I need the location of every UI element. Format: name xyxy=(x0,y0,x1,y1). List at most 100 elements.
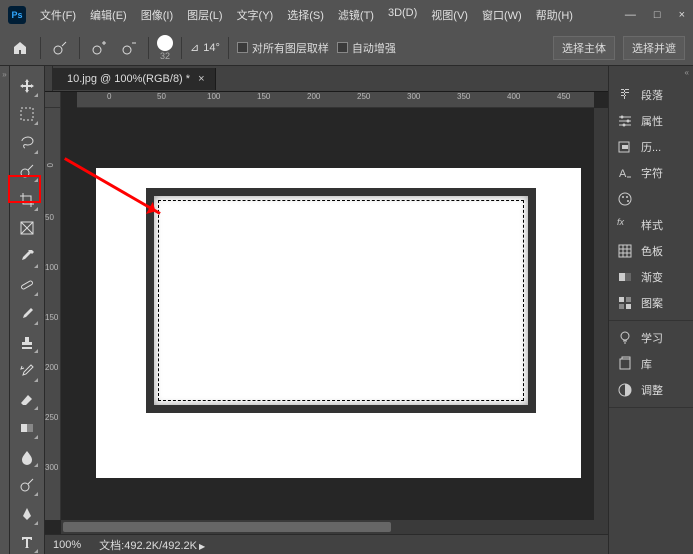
tool-dodge[interactable] xyxy=(15,473,39,497)
menu-filter[interactable]: 滤镜(T) xyxy=(332,3,380,27)
move-icon xyxy=(19,78,35,94)
eraser-icon xyxy=(19,392,35,408)
document-tab[interactable]: 10.jpg @ 100%(RGB/8) * × xyxy=(53,68,216,90)
canvas[interactable] xyxy=(61,108,608,534)
subtract-selection-button[interactable] xyxy=(118,37,140,59)
ruler-tick: 200 xyxy=(307,92,320,101)
panel-color[interactable] xyxy=(609,186,693,212)
separator xyxy=(228,37,229,59)
sliders-icon xyxy=(617,113,633,129)
pen-icon xyxy=(19,506,35,522)
ruler-origin[interactable] xyxy=(45,92,61,108)
panel-gradients[interactable]: 渐变 xyxy=(609,264,693,290)
doc-size[interactable]: 文档:492.2K/492.2K▶ xyxy=(99,537,205,553)
tool-clone-stamp[interactable] xyxy=(15,331,39,355)
marquee-icon xyxy=(19,106,35,122)
ruler-tick: 50 xyxy=(157,92,166,101)
menu-view[interactable]: 视图(V) xyxy=(425,3,474,27)
panel-character[interactable]: A字符 xyxy=(609,160,693,186)
document-tabs: 10.jpg @ 100%(RGB/8) * × xyxy=(45,66,608,92)
document-area: 10.jpg @ 100%(RGB/8) * × 0 50 100 150 20… xyxy=(45,66,608,554)
library-icon xyxy=(617,356,633,372)
zoom-level[interactable]: 100% xyxy=(53,539,81,551)
angle-control[interactable]: ⊿ 14° xyxy=(190,41,220,54)
separator xyxy=(79,37,80,59)
status-bar: 100% 文档:492.2K/492.2K▶ xyxy=(45,534,608,554)
tool-brush[interactable] xyxy=(15,302,39,326)
menu-3d[interactable]: 3D(D) xyxy=(382,3,423,27)
auto-enhance-checkbox[interactable]: 自动增强 xyxy=(337,40,396,56)
canvas-viewport: 0 50 100 150 200 250 300 350 400 450 500… xyxy=(45,92,608,534)
current-tool-icon[interactable] xyxy=(49,37,71,59)
tool-history-brush[interactable] xyxy=(15,359,39,383)
home-button[interactable] xyxy=(8,36,32,60)
brush-preset-picker[interactable]: 32 xyxy=(157,35,173,61)
vertical-scrollbar[interactable] xyxy=(594,108,608,520)
panel-label: 历... xyxy=(641,139,661,155)
menu-file[interactable]: 文件(F) xyxy=(34,3,82,27)
sample-all-layers-label: 对所有图层取样 xyxy=(252,40,329,56)
select-subject-button[interactable]: 选择主体 xyxy=(553,36,615,60)
tool-blur[interactable] xyxy=(15,445,39,469)
ruler-tick: 400 xyxy=(507,92,520,101)
document-tab-title: 10.jpg @ 100%(RGB/8) * xyxy=(67,73,190,85)
panel-label: 学习 xyxy=(641,330,663,346)
menu-type[interactable]: 文字(Y) xyxy=(231,3,280,27)
left-gutter[interactable]: » xyxy=(0,66,10,554)
add-selection-button[interactable] xyxy=(88,37,110,59)
right-panel-dock: « 段落 属性 历... A字符 fx样式 色板 渐变 图案 学习 库 调整 xyxy=(608,66,693,554)
horizontal-scrollbar[interactable] xyxy=(61,520,608,534)
menu-layer[interactable]: 图层(L) xyxy=(181,3,228,27)
tool-pen[interactable] xyxy=(15,502,39,526)
gradient-icon xyxy=(617,269,633,285)
ruler-tick: 300 xyxy=(45,463,58,472)
tool-gradient[interactable] xyxy=(15,416,39,440)
panel-history[interactable]: 历... xyxy=(609,134,693,160)
ruler-tick: 100 xyxy=(207,92,220,101)
frame-icon xyxy=(19,220,35,236)
minimize-button[interactable]: — xyxy=(625,9,636,21)
menu-help[interactable]: 帮助(H) xyxy=(530,3,579,27)
panel-label: 库 xyxy=(641,356,652,372)
menu-select[interactable]: 选择(S) xyxy=(281,3,330,27)
tool-spot-heal[interactable] xyxy=(15,274,39,298)
panel-styles[interactable]: fx样式 xyxy=(609,212,693,238)
menu-edit[interactable]: 编辑(E) xyxy=(84,3,133,27)
panel-patterns[interactable]: 图案 xyxy=(609,290,693,316)
close-window-button[interactable]: × xyxy=(679,9,685,21)
tool-marquee[interactable] xyxy=(15,103,39,127)
panel-adjustments[interactable]: 调整 xyxy=(609,377,693,403)
menu-image[interactable]: 图像(I) xyxy=(135,3,179,27)
eyedropper-icon xyxy=(19,249,35,265)
ruler-horizontal[interactable]: 0 50 100 150 200 250 300 350 400 450 500 xyxy=(77,92,594,108)
tool-lasso[interactable] xyxy=(15,131,39,155)
sample-all-layers-checkbox[interactable]: 对所有图层取样 xyxy=(237,40,329,56)
panel-group-2: 学习 库 调整 xyxy=(609,321,693,408)
panel-libraries[interactable]: 库 xyxy=(609,351,693,377)
tool-frame[interactable] xyxy=(15,217,39,241)
menu-window[interactable]: 窗口(W) xyxy=(476,3,528,27)
tabs-gutter[interactable] xyxy=(45,66,53,91)
panel-paragraph[interactable]: 段落 xyxy=(609,82,693,108)
ruler-vertical[interactable]: 0 50 100 150 200 250 300 xyxy=(45,108,61,520)
paragraph-icon xyxy=(617,87,633,103)
angle-value[interactable]: 14° xyxy=(203,42,220,54)
panel-properties[interactable]: 属性 xyxy=(609,108,693,134)
scrollbar-thumb[interactable] xyxy=(63,522,391,532)
panel-learn[interactable]: 学习 xyxy=(609,325,693,351)
document-canvas[interactable] xyxy=(96,168,581,478)
close-tab-button[interactable]: × xyxy=(198,73,204,85)
select-and-mask-button[interactable]: 选择并遮 xyxy=(623,36,685,60)
type-icon xyxy=(19,534,35,550)
menu-bar: 文件(F) 编辑(E) 图像(I) 图层(L) 文字(Y) 选择(S) 滤镜(T… xyxy=(34,3,579,27)
restore-button[interactable]: □ xyxy=(654,9,661,21)
panel-label: 字符 xyxy=(641,165,663,181)
collapse-panels-button[interactable]: « xyxy=(609,66,693,78)
tool-type[interactable] xyxy=(15,531,39,554)
tool-eraser[interactable] xyxy=(15,388,39,412)
ruler-tick: 250 xyxy=(45,413,58,422)
options-bar: 32 ⊿ 14° 对所有图层取样 自动增强 选择主体 选择并遮 xyxy=(0,30,693,66)
tool-eyedropper[interactable] xyxy=(15,245,39,269)
tool-move[interactable] xyxy=(15,74,39,98)
panel-swatches[interactable]: 色板 xyxy=(609,238,693,264)
